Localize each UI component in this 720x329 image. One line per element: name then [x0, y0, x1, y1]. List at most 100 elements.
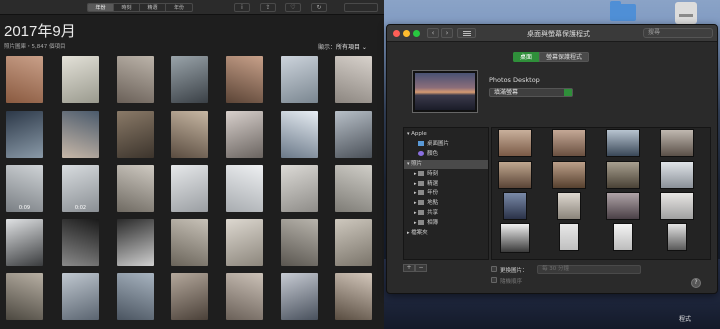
segment-moments[interactable]: 時刻 — [114, 4, 140, 11]
sidebar-item-label: 年份 — [427, 190, 439, 197]
segment-years-2[interactable]: 年份 — [166, 4, 192, 11]
wallpaper-thumbnail[interactable] — [660, 192, 694, 220]
photo-thumbnail[interactable] — [62, 56, 99, 103]
tab-screensaver[interactable]: 螢幕保護程式 — [539, 52, 590, 62]
sidebar-item[interactable]: 顏色 — [404, 150, 488, 159]
photo-thumbnail[interactable]: 0:09 — [6, 165, 43, 212]
tab-desktop[interactable]: 桌面 — [513, 52, 540, 62]
source-sidebar: ▾ Apple 桌面圖片 顏色 ▾ 照片 ▸ 時刻 ▸ 精選 ▸ 年份 ▸ 地點 ▸ 共享 ▸ 相… — [403, 127, 489, 260]
rotate-button[interactable]: ↻ — [311, 3, 327, 12]
sidebar-item[interactable]: 桌面圖片 — [404, 140, 488, 149]
sidebar-item[interactable]: ▸ 地點 — [404, 199, 488, 208]
sidebar-item[interactable]: ▾ 照片 — [404, 159, 488, 169]
wallpaper-thumbnail[interactable] — [498, 161, 532, 189]
sidebar-item[interactable]: ▸ 檔案夾 — [404, 229, 488, 238]
wallpaper-thumbnail[interactable] — [660, 129, 694, 157]
photo-thumbnail[interactable] — [171, 273, 208, 320]
sidebar-item[interactable]: ▸ 精選 — [404, 180, 488, 189]
segment-collections[interactable]: 精選 — [140, 4, 166, 11]
random-order-checkbox[interactable] — [491, 277, 497, 283]
photo-thumbnail[interactable] — [335, 56, 372, 103]
photo-thumbnail[interactable] — [281, 111, 318, 158]
sidebar-item-label: Apple — [411, 131, 427, 137]
sidebar-item[interactable]: ▸ 時刻 — [404, 170, 488, 179]
wallpaper-thumbnail[interactable] — [552, 129, 586, 157]
wallpaper-thumbnail[interactable] — [606, 129, 640, 157]
close-button[interactable] — [393, 30, 400, 37]
sidebar-item[interactable]: ▾ Apple — [404, 130, 488, 139]
photo-thumbnail[interactable] — [226, 111, 263, 158]
sidebar-item-label: 顏色 — [427, 150, 439, 157]
photo-thumbnail[interactable] — [6, 273, 43, 320]
search-field[interactable] — [344, 3, 378, 12]
help-button[interactable]: ? — [691, 278, 701, 288]
wallpaper-thumbnail[interactable] — [613, 223, 633, 251]
photo-thumbnail[interactable] — [117, 273, 154, 320]
sidebar-item-label: 精選 — [427, 180, 439, 187]
remove-button[interactable]: − — [415, 264, 427, 272]
photo-thumbnail[interactable] — [6, 111, 43, 158]
photo-thumbnail[interactable] — [226, 273, 263, 320]
add-button[interactable]: + — [403, 264, 415, 272]
wallpaper-thumbnail[interactable] — [606, 161, 640, 189]
drive-icon[interactable] — [675, 2, 697, 24]
share-button[interactable]: ⇪ — [260, 3, 276, 12]
photo-thumbnail[interactable] — [171, 219, 208, 266]
change-picture-label: 更換圖片： — [500, 268, 528, 274]
photo-thumbnail[interactable] — [335, 273, 372, 320]
fill-mode-select[interactable]: 填滿螢幕 — [489, 88, 573, 97]
photo-thumbnail[interactable] — [117, 219, 154, 266]
photo-thumbnail[interactable] — [335, 165, 372, 212]
search-input[interactable]: 搜尋 — [643, 28, 713, 38]
photo-thumbnail[interactable] — [117, 56, 154, 103]
segment-years[interactable]: 年份 — [88, 4, 114, 11]
forward-button[interactable]: › — [441, 28, 453, 38]
interval-select[interactable]: 每 30 分鐘 — [537, 265, 641, 274]
photo-thumbnail[interactable] — [335, 111, 372, 158]
wallpaper-thumbnail[interactable] — [559, 223, 579, 251]
photo-thumbnail[interactable] — [6, 219, 43, 266]
wallpaper-thumbnail[interactable] — [552, 161, 586, 189]
desktop-preview — [412, 70, 478, 113]
zoom-button[interactable] — [413, 30, 420, 37]
show-all-button[interactable] — [457, 28, 476, 38]
favorite-button[interactable]: ♡ — [285, 3, 301, 12]
photo-thumbnail[interactable] — [62, 219, 99, 266]
photo-thumbnail[interactable] — [62, 273, 99, 320]
photo-thumbnail[interactable] — [117, 165, 154, 212]
sidebar-item[interactable]: ▸ 相簿 — [404, 219, 488, 228]
photo-thumbnail[interactable] — [281, 56, 318, 103]
folder-icon — [418, 200, 425, 206]
minimize-button[interactable] — [403, 30, 410, 37]
photo-thumbnail[interactable] — [171, 165, 208, 212]
wallpaper-thumbnail[interactable] — [606, 192, 640, 220]
preview-image — [415, 73, 475, 110]
change-picture-checkbox[interactable] — [491, 266, 497, 272]
wallpaper-thumbnail[interactable] — [500, 223, 530, 253]
photo-thumbnail[interactable] — [117, 111, 154, 158]
photo-thumbnail[interactable] — [62, 111, 99, 158]
photo-thumbnail[interactable] — [171, 56, 208, 103]
sidebar-item[interactable]: ▸ 年份 — [404, 189, 488, 198]
photo-thumbnail[interactable] — [171, 111, 208, 158]
photo-thumbnail[interactable] — [281, 165, 318, 212]
folder-icon — [418, 170, 425, 176]
photo-thumbnail[interactable] — [226, 56, 263, 103]
folder-icon[interactable] — [610, 1, 636, 21]
wallpaper-thumbnail[interactable] — [503, 192, 527, 220]
photo-thumbnail[interactable] — [281, 273, 318, 320]
wallpaper-thumbnail[interactable] — [667, 223, 687, 251]
photo-thumbnail[interactable] — [6, 56, 43, 103]
sidebar-item[interactable]: ▸ 共享 — [404, 209, 488, 218]
photo-thumbnail[interactable] — [226, 219, 263, 266]
info-button[interactable]: i — [234, 3, 250, 12]
wallpaper-thumbnail[interactable] — [498, 129, 532, 157]
photo-thumbnail[interactable]: 0:02 — [62, 165, 99, 212]
back-button[interactable]: ‹ — [427, 28, 439, 38]
show-filter[interactable]: 顯示：所有項目 ⌄ — [318, 42, 367, 51]
photo-thumbnail[interactable] — [226, 165, 263, 212]
wallpaper-thumbnail[interactable] — [557, 192, 581, 220]
photo-thumbnail[interactable] — [281, 219, 318, 266]
photo-thumbnail[interactable] — [335, 219, 372, 266]
wallpaper-thumbnail[interactable] — [660, 161, 694, 189]
